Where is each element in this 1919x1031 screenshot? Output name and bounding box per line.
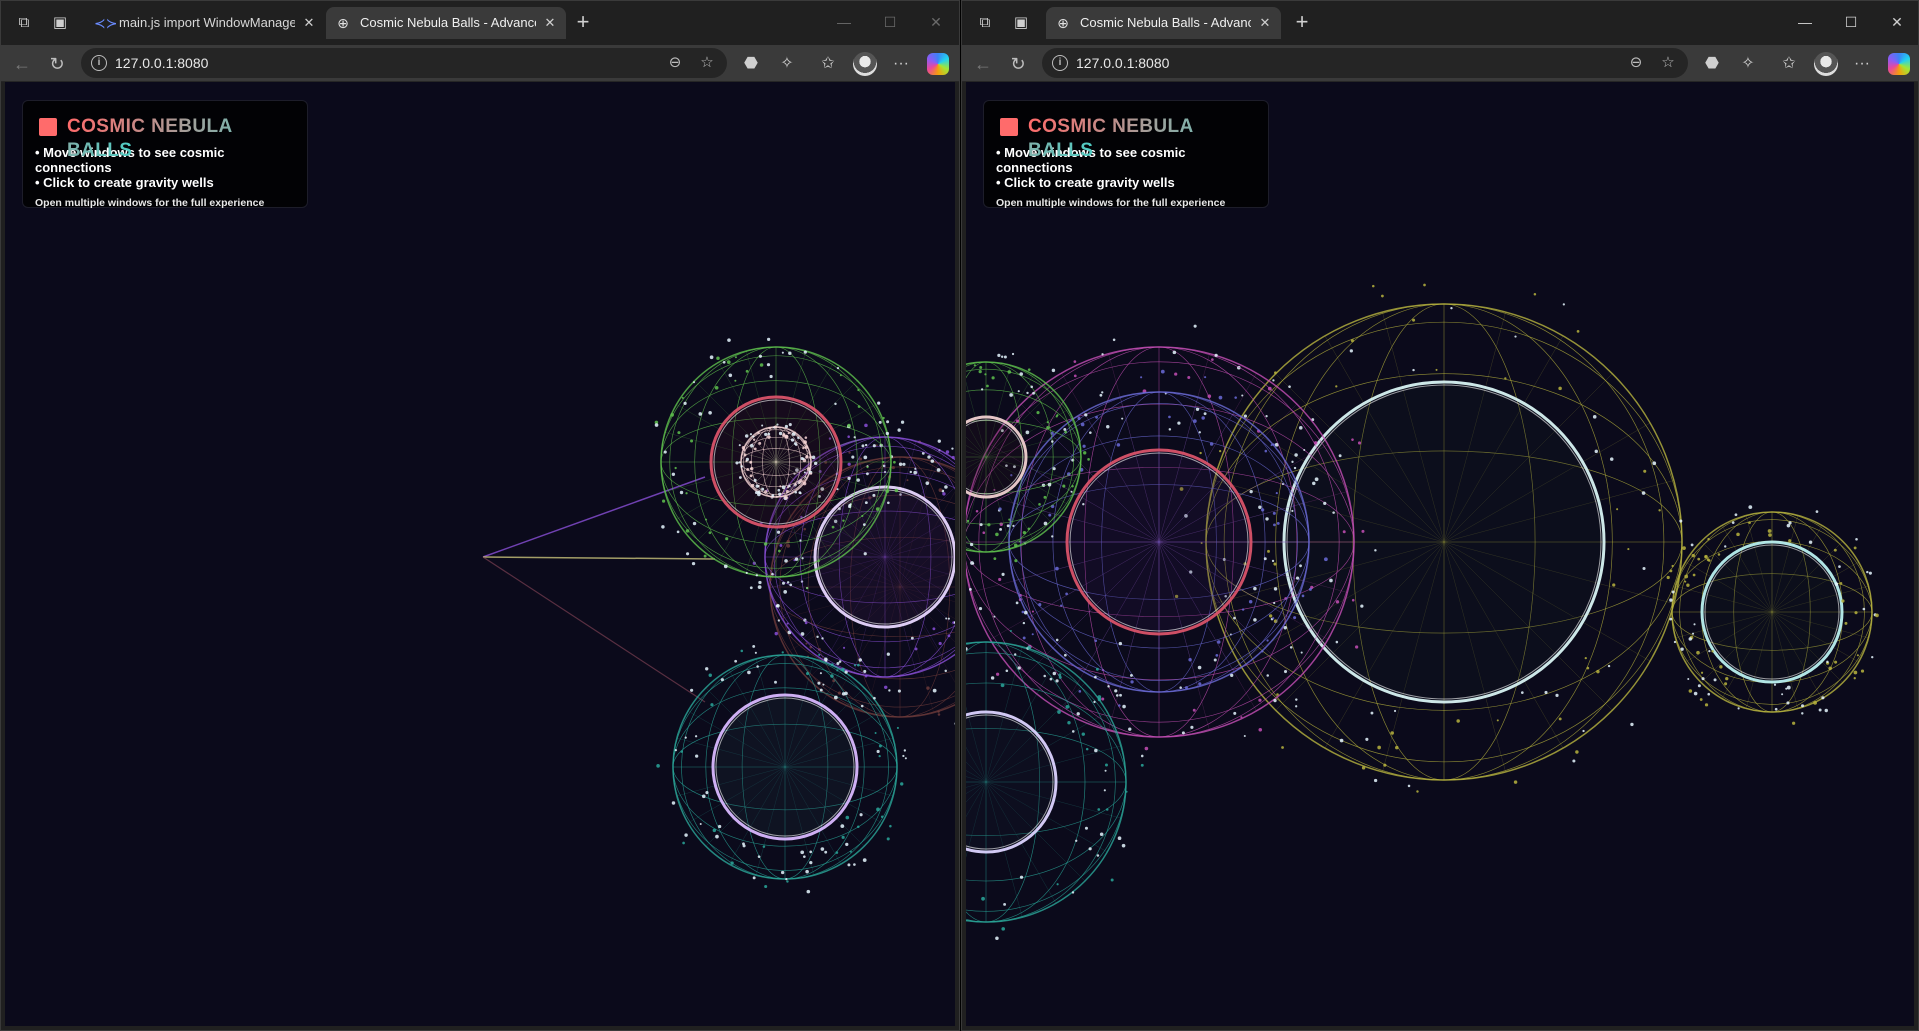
zoom-icon[interactable]: ⊖ xyxy=(663,51,687,75)
puzzle-icon[interactable]: ✧ xyxy=(1736,52,1760,76)
info-panel: COSMIC NEBULA BALLS • Move windows to se… xyxy=(983,100,1269,209)
extensions-icon[interactable]: ⬣ xyxy=(739,52,763,76)
canvas-background xyxy=(5,82,955,1026)
close-window-button[interactable]: ✕ xyxy=(1882,9,1912,35)
minimize-button[interactable]: — xyxy=(829,9,859,35)
address-bar[interactable]: i 127.0.0.1:8080 ⊖ ☆ xyxy=(1042,48,1688,78)
profile-avatar[interactable] xyxy=(1814,52,1838,76)
more-menu-icon[interactable]: ··· xyxy=(889,52,913,76)
tab-bar: ⧉ ▣ ⊕ Cosmic Nebula Balls - Advanced I ✕… xyxy=(962,1,1918,45)
browser-window-right: ⧉ ▣ ⊕ Cosmic Nebula Balls - Advanced I ✕… xyxy=(961,0,1919,1031)
back-button[interactable]: ← xyxy=(970,51,996,77)
panel-title: COSMIC NEBULA BALLS xyxy=(35,115,295,161)
browser-toolbar: ← ↻ i 127.0.0.1:8080 ⊖ ☆ ⬣ ✧ ✩ ··· xyxy=(962,45,1918,82)
tab-bar: ⧉ ▣ ≺≻ main.js import WindowManager f ✕ … xyxy=(1,1,959,45)
nebula-canvas[interactable]: COSMIC NEBULA BALLS • Move windows to se… xyxy=(966,82,1914,1026)
url-text[interactable]: 127.0.0.1:8080 xyxy=(115,48,208,78)
close-tab-icon[interactable]: ✕ xyxy=(301,15,317,31)
panel-note: Open multiple windows for the full exper… xyxy=(996,197,1226,209)
panel-title: COSMIC NEBULA BALLS xyxy=(996,115,1256,161)
favorite-star-icon[interactable]: ☆ xyxy=(695,51,719,75)
tab-cosmic-nebula[interactable]: ⊕ Cosmic Nebula Balls - Advanced I ✕ xyxy=(326,7,566,39)
site-info-icon[interactable]: i xyxy=(1052,55,1068,71)
site-info-icon[interactable]: i xyxy=(91,55,107,71)
browser-window-left: ⧉ ▣ ≺≻ main.js import WindowManager f ✕ … xyxy=(0,0,960,1031)
nebula-scene xyxy=(5,82,955,1026)
refresh-button[interactable]: ↻ xyxy=(1005,51,1031,77)
maximize-button[interactable]: ☐ xyxy=(1836,9,1866,35)
tab-actions-icon[interactable]: ▣ xyxy=(49,12,71,34)
code-editor-icon: ≺≻ xyxy=(94,15,118,31)
new-tab-button[interactable]: + xyxy=(1290,11,1314,35)
tab-title: Cosmic Nebula Balls - Advanced I xyxy=(1080,15,1251,30)
tab-actions-icon[interactable]: ▣ xyxy=(1010,12,1032,34)
zoom-icon[interactable]: ⊖ xyxy=(1624,51,1648,75)
instruction-click: • Click to create gravity wells xyxy=(35,175,214,190)
close-tab-icon[interactable]: ✕ xyxy=(542,15,558,31)
tab-cosmic-nebula[interactable]: ⊕ Cosmic Nebula Balls - Advanced I ✕ xyxy=(1046,7,1281,39)
extensions-icon[interactable]: ⬣ xyxy=(1700,52,1724,76)
copilot-icon[interactable] xyxy=(1888,53,1910,75)
favorites-icon[interactable]: ✩ xyxy=(1777,52,1801,76)
globe-icon: ⊕ xyxy=(337,15,349,31)
info-panel: COSMIC NEBULA BALLS • Move windows to se… xyxy=(22,100,308,209)
favorite-star-icon[interactable]: ☆ xyxy=(1656,51,1680,75)
maximize-button[interactable]: ☐ xyxy=(875,9,905,35)
close-window-button[interactable]: ✕ xyxy=(921,9,951,35)
more-menu-icon[interactable]: ··· xyxy=(1850,52,1874,76)
browser-toolbar: ← ↻ i 127.0.0.1:8080 ⊖ ☆ ⬣ ✧ ✩ ··· xyxy=(1,45,959,82)
brand-square xyxy=(39,118,57,136)
workspaces-icon[interactable]: ⧉ xyxy=(13,12,35,34)
minimize-button[interactable]: — xyxy=(1790,9,1820,35)
workspaces-icon[interactable]: ⧉ xyxy=(974,12,996,34)
copilot-icon[interactable] xyxy=(927,53,949,75)
brand-square xyxy=(1000,118,1018,136)
nebula-scene xyxy=(966,82,1914,1026)
favorites-icon[interactable]: ✩ xyxy=(816,52,840,76)
nebula-canvas[interactable]: COSMIC NEBULA BALLS • Move windows to se… xyxy=(5,82,955,1026)
globe-icon: ⊕ xyxy=(1057,15,1069,31)
panel-note: Open multiple windows for the full exper… xyxy=(35,197,265,209)
tab-title: main.js import WindowManager f xyxy=(119,15,295,30)
close-tab-icon[interactable]: ✕ xyxy=(1257,15,1273,31)
profile-avatar[interactable] xyxy=(853,52,877,76)
address-bar[interactable]: i 127.0.0.1:8080 ⊖ ☆ xyxy=(81,48,727,78)
back-button[interactable]: ← xyxy=(9,51,35,77)
tab-main-js[interactable]: ≺≻ main.js import WindowManager f ✕ xyxy=(85,7,325,39)
new-tab-button[interactable]: + xyxy=(571,11,595,35)
refresh-button[interactable]: ↻ xyxy=(44,51,70,77)
tab-title: Cosmic Nebula Balls - Advanced I xyxy=(360,15,536,30)
puzzle-icon[interactable]: ✧ xyxy=(775,52,799,76)
url-text[interactable]: 127.0.0.1:8080 xyxy=(1076,48,1169,78)
instruction-click: • Click to create gravity wells xyxy=(996,175,1175,190)
